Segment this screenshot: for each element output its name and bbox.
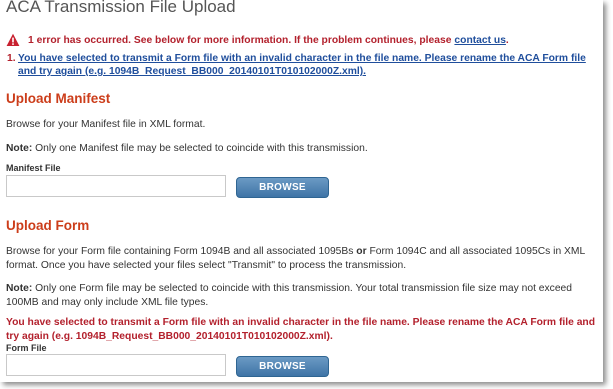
error-summary-line: 1 error has occurred. See below for more… [6, 32, 509, 48]
error-summary-period: . [505, 34, 509, 46]
form-instructions-part1: Browse for your Form file containing For… [6, 246, 357, 257]
form-instructions: Browse for your Form file containing For… [6, 245, 602, 273]
page-title: ACA Transmission File Upload [6, 0, 236, 16]
contact-us-link[interactable]: contact us [454, 35, 506, 46]
manifest-note: Note: Only one Manifest file may be sele… [6, 142, 602, 156]
form-note-label: Note: [6, 283, 33, 294]
warning-triangle-icon [6, 33, 20, 46]
error-item-number: 1. [7, 53, 16, 64]
manifest-file-input[interactable] [6, 175, 226, 197]
form-file-label: Form File [6, 343, 47, 353]
form-browse-button[interactable]: BROWSE [236, 356, 329, 377]
form-instructions-or: or [356, 246, 367, 257]
upload-form-heading: Upload Form [6, 218, 90, 233]
upload-page: ACA Transmission File Upload 1 error has… [0, 0, 603, 382]
error-list-item: 1. You have selected to transmit a Form … [7, 52, 601, 78]
form-field-error: You have selected to transmit a Form fil… [6, 317, 595, 342]
manifest-instructions: Browse for your Manifest file in XML for… [6, 119, 206, 130]
manifest-note-label: Note: [6, 143, 33, 154]
form-file-input[interactable] [6, 354, 226, 376]
manifest-browse-button[interactable]: BROWSE [236, 177, 329, 198]
form-note: Note: Only one Form file may be selected… [6, 282, 602, 310]
manifest-file-label: Manifest File [6, 163, 61, 173]
form-note-text: Only one Form file may be selected to co… [6, 283, 572, 308]
error-item-link[interactable]: You have selected to transmit a Form fil… [18, 52, 601, 78]
manifest-note-text: Only one Manifest file may be selected t… [32, 143, 368, 154]
upload-manifest-heading: Upload Manifest [6, 91, 111, 106]
error-summary-text: 1 error has occurred. See below for more… [28, 34, 452, 46]
